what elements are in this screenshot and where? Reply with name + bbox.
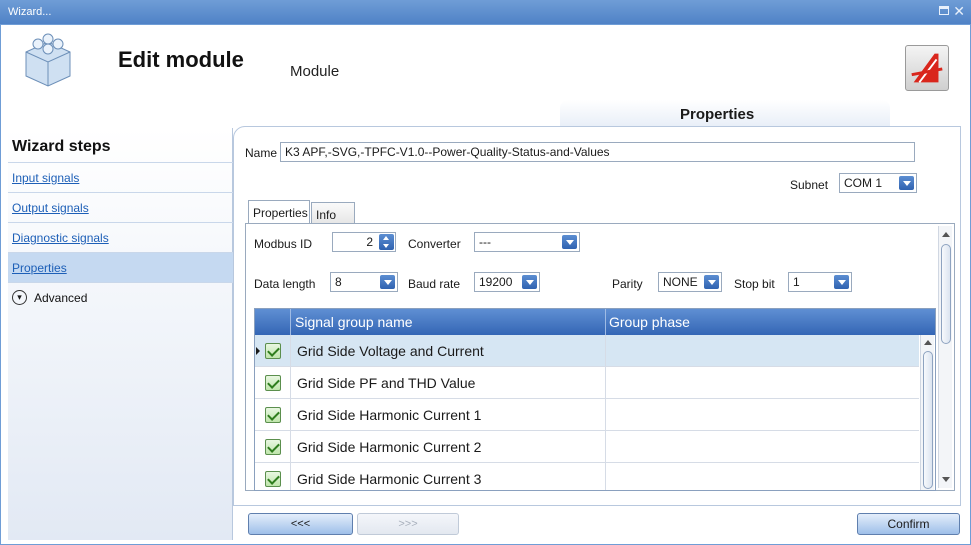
column-header-group-phase[interactable]: Group phase — [609, 314, 690, 330]
table-row[interactable]: Grid Side PF and THD Value — [255, 367, 919, 399]
converter-label: Converter — [408, 237, 461, 251]
sidebar-item-properties[interactable]: Properties — [8, 252, 233, 282]
cell-divider — [290, 399, 291, 431]
sidebar-item-advanced[interactable]: ▾ Advanced — [8, 282, 233, 312]
stop-bit-select[interactable]: 1 — [788, 272, 852, 292]
window-title: Wizard... — [8, 6, 52, 18]
sidebar-item-label[interactable]: Properties — [12, 261, 67, 275]
brand-logo-icon — [905, 45, 949, 91]
cell-divider — [605, 367, 606, 399]
sidebar-item-label[interactable]: Diagnostic signals — [12, 231, 109, 245]
signal-group-name: Grid Side Voltage and Current — [297, 343, 484, 359]
chevron-down-icon[interactable] — [899, 176, 914, 190]
table-row[interactable]: Grid Side Harmonic Current 1 — [255, 399, 919, 431]
row-checkbox[interactable] — [265, 375, 281, 391]
scroll-up-icon[interactable] — [942, 232, 950, 237]
baud-rate-select[interactable]: 19200 — [474, 272, 540, 292]
chevron-down-icon[interactable] — [562, 235, 577, 249]
modbus-id-value: 2 — [366, 235, 373, 249]
modbus-id-stepper[interactable]: 2 — [332, 232, 396, 252]
window-titlebar: Wizard... ✕ — [0, 0, 971, 24]
parity-select[interactable]: NONE — [658, 272, 722, 292]
tab-info[interactable]: Info — [311, 202, 355, 224]
signal-groups-table: Signal group name Group phase Grid Side … — [254, 308, 936, 491]
spinner-arrows-icon[interactable] — [379, 234, 394, 250]
chevron-down-icon: ▾ — [12, 290, 27, 305]
row-checkbox[interactable] — [265, 471, 281, 487]
parity-label: Parity — [612, 277, 643, 291]
sidebar-item-label[interactable]: Input signals — [12, 171, 79, 185]
scrollbar-thumb[interactable] — [941, 244, 951, 344]
confirm-button[interactable]: Confirm — [857, 513, 960, 535]
table-scrollbar[interactable] — [920, 335, 934, 490]
scroll-up-icon[interactable] — [924, 340, 932, 345]
table-row[interactable]: Grid Side Voltage and Current — [255, 335, 919, 367]
cell-divider — [290, 463, 291, 490]
header-divider — [605, 309, 606, 335]
baud-rate-value: 19200 — [479, 275, 513, 289]
signal-group-name: Grid Side Harmonic Current 2 — [297, 439, 482, 455]
sidebar-item-input-signals[interactable]: Input signals — [8, 162, 233, 192]
row-checkbox[interactable] — [265, 439, 281, 455]
sidebar-item-output-signals[interactable]: Output signals — [8, 192, 233, 222]
wizard-steps-sidebar: Wizard steps Input signals Output signal… — [8, 128, 233, 540]
baud-rate-label: Baud rate — [408, 277, 461, 291]
stop-bit-value: 1 — [793, 275, 800, 289]
subnet-select[interactable]: COM 1 — [839, 173, 917, 193]
modbus-id-label: Modbus ID — [254, 237, 313, 251]
signal-group-name: Grid Side PF and THD Value — [297, 375, 476, 391]
table-row[interactable]: Grid Side Harmonic Current 3 — [255, 463, 919, 490]
converter-select[interactable]: --- — [474, 232, 580, 252]
sidebar-item-diagnostic-signals[interactable]: Diagnostic signals — [8, 222, 233, 252]
subnet-label: Subnet — [790, 178, 829, 192]
name-field[interactable]: K3 APF,-SVG,-TPFC-V1.0--Power-Quality-St… — [280, 142, 915, 162]
header-divider — [290, 309, 291, 335]
properties-header-tab: Properties — [560, 100, 890, 126]
maximize-icon[interactable] — [939, 6, 949, 15]
close-icon[interactable]: ✕ — [953, 3, 965, 20]
page-subtitle: Module — [290, 63, 340, 80]
advanced-label: Advanced — [34, 291, 88, 305]
wizard-steps-title: Wizard steps — [12, 138, 111, 155]
cell-divider — [605, 463, 606, 490]
panel-scrollbar[interactable] — [938, 226, 952, 488]
cell-divider — [605, 431, 606, 463]
chevron-down-icon[interactable] — [522, 275, 537, 289]
cell-divider — [605, 399, 606, 431]
data-length-label: Data length — [254, 277, 316, 291]
name-label: Name — [245, 146, 278, 160]
properties-header-label: Properties — [680, 106, 755, 123]
cell-divider — [290, 335, 291, 367]
cell-divider — [605, 335, 606, 367]
table-row[interactable]: Grid Side Harmonic Current 2 — [255, 431, 919, 463]
row-checkbox[interactable] — [265, 343, 281, 359]
cell-divider — [290, 431, 291, 463]
sidebar-item-label[interactable]: Output signals — [12, 201, 89, 215]
back-button[interactable]: <<< — [248, 513, 353, 535]
subnet-value: COM 1 — [844, 176, 883, 190]
next-button[interactable]: >>> — [357, 513, 459, 535]
signal-group-name: Grid Side Harmonic Current 1 — [297, 407, 482, 423]
row-checkbox[interactable] — [265, 407, 281, 423]
scroll-down-icon[interactable] — [942, 477, 950, 482]
chevron-down-icon[interactable] — [834, 275, 849, 289]
table-header: Signal group name Group phase — [255, 309, 935, 335]
tab-properties[interactable]: Properties — [248, 200, 310, 224]
data-length-select[interactable]: 8 — [330, 272, 398, 292]
column-header-signal-group-name[interactable]: Signal group name — [295, 314, 413, 330]
parity-value: NONE — [663, 275, 698, 289]
row-pointer-icon — [256, 347, 260, 355]
scrollbar-thumb[interactable] — [923, 351, 933, 489]
cell-divider — [290, 367, 291, 399]
module-icon — [25, 33, 71, 87]
signal-group-name: Grid Side Harmonic Current 3 — [297, 471, 482, 487]
data-length-value: 8 — [335, 275, 342, 289]
stop-bit-label: Stop bit — [734, 277, 775, 291]
page-title: Edit module — [118, 47, 244, 72]
converter-value: --- — [479, 235, 491, 249]
chevron-down-icon[interactable] — [704, 275, 719, 289]
chevron-down-icon[interactable] — [380, 275, 395, 289]
